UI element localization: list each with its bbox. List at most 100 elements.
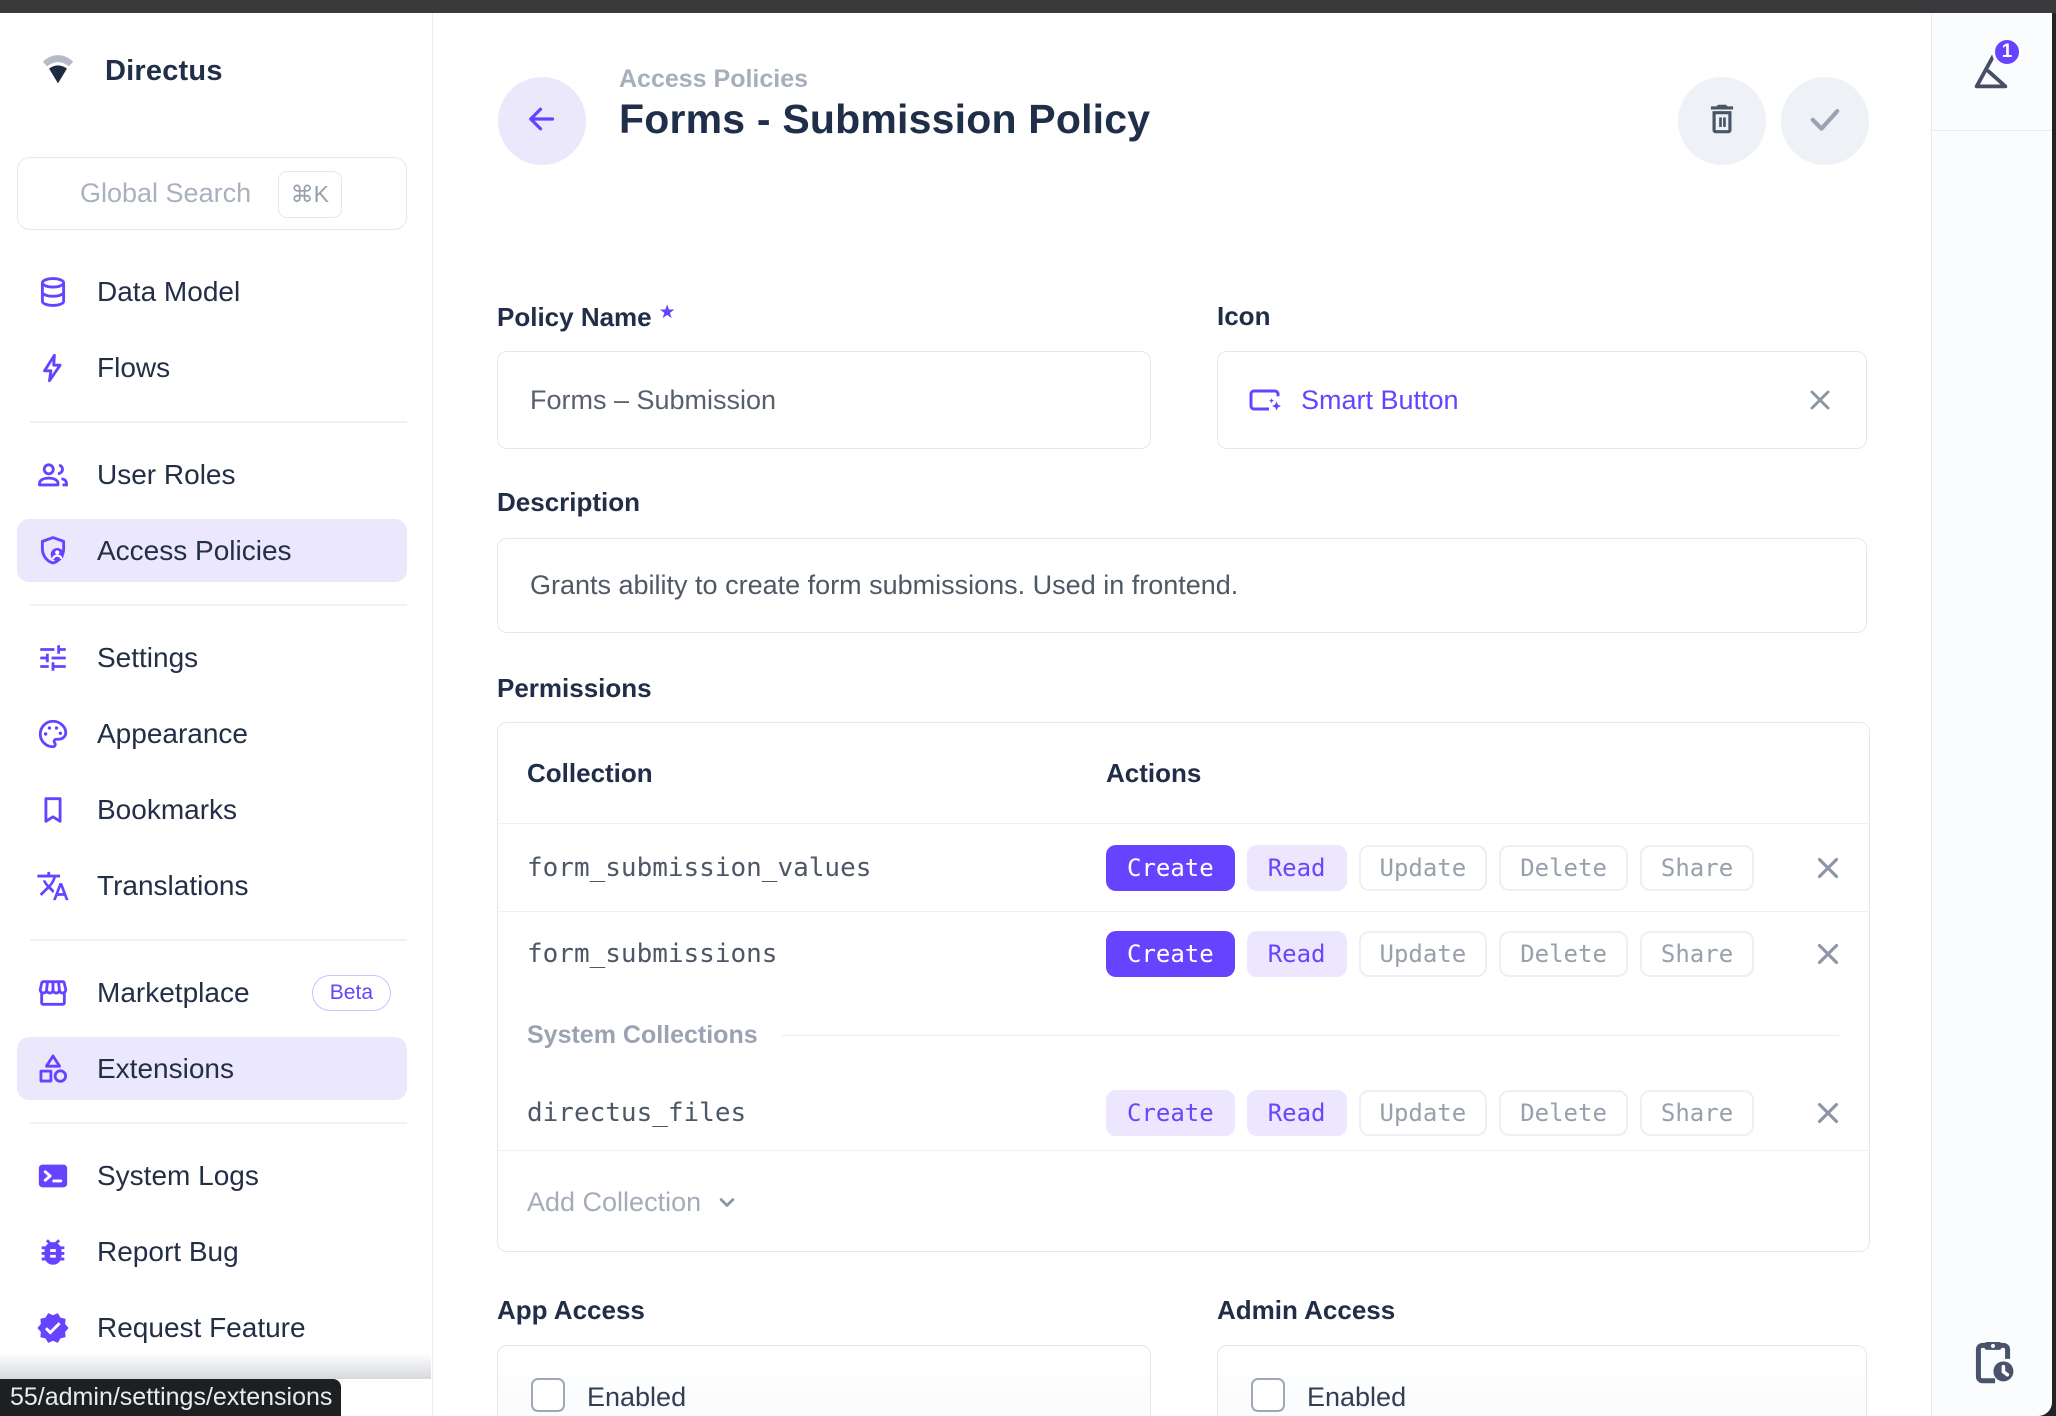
description-input[interactable]: Grants ability to create form submission… xyxy=(497,538,1867,633)
search-placeholder: Global Search xyxy=(80,178,251,209)
icon-input[interactable]: Smart Button xyxy=(1217,351,1867,449)
smart-button-icon xyxy=(1248,382,1284,418)
status-url-text: 55/admin/settings/extensions xyxy=(10,1383,332,1412)
sidebar-item-label: Appearance xyxy=(97,718,248,750)
sidebar-item-settings[interactable]: Settings xyxy=(17,620,407,696)
bug-icon xyxy=(36,1235,70,1269)
right-sidebar: 1 xyxy=(1931,13,2052,1416)
delete-policy-button[interactable] xyxy=(1678,77,1766,165)
action-chip-delete[interactable]: Delete xyxy=(1499,1090,1628,1136)
sidebar-item-label: Marketplace xyxy=(97,977,250,1009)
sidebar-item-label: Bookmarks xyxy=(97,794,237,826)
admin-access-box: Enabled xyxy=(1217,1345,1867,1416)
sidebar-item-translations[interactable]: Translations xyxy=(17,848,407,924)
tune-icon xyxy=(36,641,70,675)
policy-name-label: Policy Name★ xyxy=(497,301,676,333)
sidebar-divider xyxy=(30,924,407,955)
sidebar: Directus Global Search ⌘K Data Model Flow… xyxy=(0,13,433,1416)
action-chip-share[interactable]: Share xyxy=(1640,845,1754,891)
sidebar-item-system-logs[interactable]: System Logs xyxy=(17,1138,407,1214)
sidebar-divider xyxy=(30,406,407,437)
collection-name: directus_files xyxy=(527,1098,746,1128)
database-icon xyxy=(36,275,70,309)
permission-row: form_submission_values Create Read UpdateDe… xyxy=(498,824,1869,912)
action-chip-delete[interactable]: Delete xyxy=(1499,931,1628,977)
action-chip-read[interactable]: Read xyxy=(1247,845,1347,891)
action-chip-update[interactable]: Update xyxy=(1359,1090,1488,1136)
project-name: Directus xyxy=(105,55,223,88)
action-chip-share[interactable]: Share xyxy=(1640,1090,1754,1136)
breadcrumb[interactable]: Access Policies xyxy=(619,65,808,94)
app-window: Directus Global Search ⌘K Data Model Flow… xyxy=(0,13,2052,1416)
permission-row: directus_files Create Read UpdateDelete Shar… xyxy=(498,1075,1869,1151)
divider-line xyxy=(782,1035,1839,1037)
remove-row-icon[interactable] xyxy=(1811,1096,1845,1130)
back-button[interactable] xyxy=(498,77,586,165)
sidebar-item-access-policies[interactable]: Access Policies xyxy=(17,513,407,589)
sidebar-item-data-model[interactable]: Data Model xyxy=(17,254,407,330)
page-title: Forms - Submission Policy xyxy=(619,96,1150,143)
bolt-icon xyxy=(36,351,70,385)
permissions-header: Collection Actions xyxy=(498,723,1869,824)
window-top-bar xyxy=(0,0,2056,13)
action-chip-share[interactable]: Share xyxy=(1640,931,1754,977)
sidebar-item-marketplace[interactable]: Marketplace Beta xyxy=(17,955,407,1031)
global-search-input[interactable]: Global Search ⌘K xyxy=(17,157,407,230)
action-chip-read[interactable]: Read xyxy=(1247,1090,1347,1136)
permissions-rows: form_submission_valuesCreateReadUpdateDe… xyxy=(498,824,1869,1151)
notifications-button[interactable]: 1 xyxy=(1932,13,2052,131)
beta-badge: Beta xyxy=(312,975,391,1011)
policy-name-input[interactable]: Forms – Submission xyxy=(497,351,1151,449)
sidebar-item-flows[interactable]: Flows xyxy=(17,330,407,406)
sidebar-item-bookmarks[interactable]: Bookmarks xyxy=(17,772,407,848)
save-button[interactable] xyxy=(1781,77,1869,165)
action-chip-create[interactable]: Create xyxy=(1106,1090,1235,1136)
sidebar-item-label: Data Model xyxy=(97,276,240,308)
sidebar-item-label: Settings xyxy=(97,642,198,674)
admin-access-checkbox[interactable] xyxy=(1251,1378,1285,1412)
sidebar-item-label: Request Feature xyxy=(97,1312,306,1344)
sidebar-item-label: System Logs xyxy=(97,1160,259,1192)
action-chip-create[interactable]: Create xyxy=(1106,845,1235,891)
actions-group: Create Read UpdateDelete Share xyxy=(1106,845,1754,891)
arrow-left-icon xyxy=(524,101,560,142)
directus-logo-icon xyxy=(39,53,77,89)
description-label: Description xyxy=(497,487,640,518)
action-chip-update[interactable]: Update xyxy=(1359,931,1488,977)
description-value: Grants ability to create form submission… xyxy=(530,570,1238,601)
screen: Directus Global Search ⌘K Data Model Flow… xyxy=(0,0,2056,1416)
action-chip-delete[interactable]: Delete xyxy=(1499,845,1628,891)
chevron-down-icon xyxy=(713,1188,741,1216)
activity-clipboard-button[interactable] xyxy=(1968,1337,2018,1387)
clear-icon-button[interactable] xyxy=(1804,384,1836,416)
icon-label: Icon xyxy=(1217,301,1270,332)
remove-row-icon[interactable] xyxy=(1811,937,1845,971)
sidebar-item-appearance[interactable]: Appearance xyxy=(17,696,407,772)
sidebar-nav: Data Model Flows User Roles Access Policies… xyxy=(0,254,433,1366)
palette-icon xyxy=(36,717,70,751)
action-chip-update[interactable]: Update xyxy=(1359,845,1488,891)
action-chip-read[interactable]: Read xyxy=(1247,931,1347,977)
sidebar-item-extensions[interactable]: Extensions xyxy=(17,1031,407,1107)
verified-icon xyxy=(36,1311,70,1345)
sidebar-item-report-bug[interactable]: Report Bug xyxy=(17,1214,407,1290)
people-icon xyxy=(36,458,70,492)
sidebar-divider xyxy=(30,1107,407,1138)
sidebar-item-label: Translations xyxy=(97,870,248,902)
collection-name: form_submission_values xyxy=(527,853,871,883)
status-url-tooltip: 55/admin/settings/extensions xyxy=(0,1379,341,1416)
remove-row-icon[interactable] xyxy=(1811,851,1845,885)
app-access-checkbox[interactable] xyxy=(531,1378,565,1412)
translate-icon xyxy=(36,869,70,903)
shield-person-icon xyxy=(36,534,70,568)
action-chip-create[interactable]: Create xyxy=(1106,931,1235,977)
clipboard-clock-icon xyxy=(1968,1374,2018,1391)
add-collection-button[interactable]: Add Collection xyxy=(498,1151,1869,1252)
app-access-label: App Access xyxy=(497,1295,645,1326)
sidebar-item-user-roles[interactable]: User Roles xyxy=(17,437,407,513)
policy-name-value: Forms – Submission xyxy=(530,385,776,416)
project-logo-row[interactable]: Directus xyxy=(39,53,223,89)
sidebar-item-label: User Roles xyxy=(97,459,235,491)
sidebar-item-label: Extensions xyxy=(97,1053,234,1085)
actions-column-header: Actions xyxy=(1106,723,1201,824)
